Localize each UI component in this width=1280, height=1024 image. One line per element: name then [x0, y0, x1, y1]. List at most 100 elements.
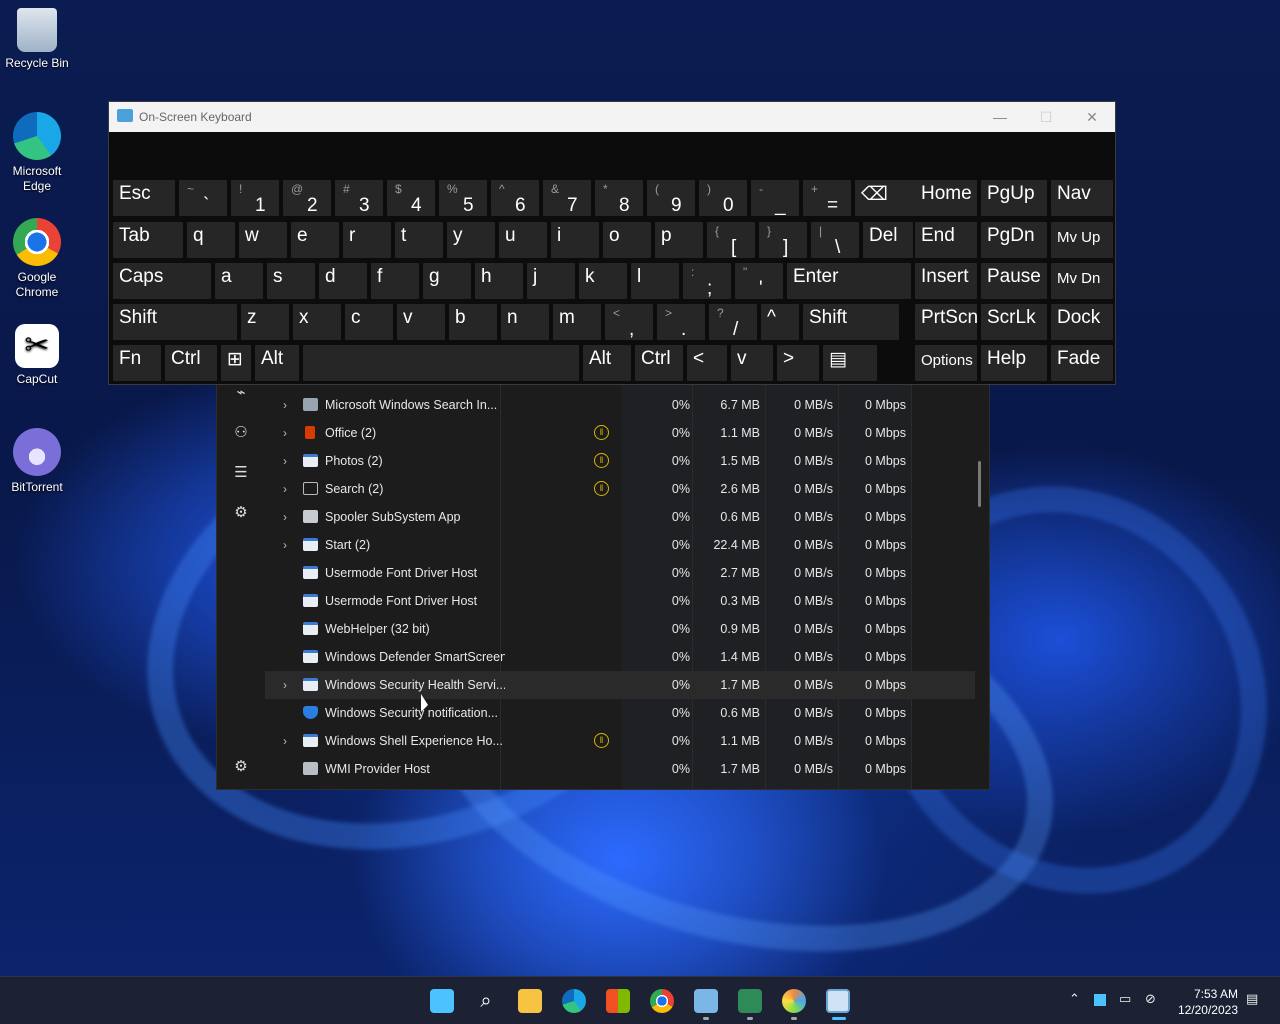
volume-muted-icon[interactable]: ⊘ — [1145, 991, 1156, 1007]
key-bottom-letter-row-5[interactable]: b — [449, 304, 497, 340]
key-bottom-letter-row-2[interactable]: x — [293, 304, 341, 340]
key-top-letter-row-14[interactable]: Del — [863, 222, 913, 258]
key-top-letter-row-6[interactable]: y — [447, 222, 495, 258]
paint-icon[interactable] — [782, 989, 806, 1013]
key-help[interactable]: Help — [981, 345, 1047, 381]
tray-app-icon[interactable] — [1094, 994, 1106, 1006]
key-modifier-row-5[interactable]: Alt — [583, 345, 631, 381]
store-icon[interactable] — [606, 989, 630, 1013]
remote-desktop-icon[interactable] — [694, 989, 718, 1013]
key-top-letter-row-3[interactable]: e — [291, 222, 339, 258]
key-home-row-8[interactable]: k — [579, 263, 627, 299]
chevron-right-icon[interactable]: › — [283, 538, 295, 552]
key-number-row-2[interactable]: ! 1 — [231, 180, 279, 216]
table-row[interactable]: › Office (2) ǁ 0% 1.1 MB 0 MB/s 0 Mbps — [265, 419, 975, 447]
key-number-row-11[interactable]: ) 0 — [699, 180, 747, 216]
key-top-letter-row-0[interactable]: Tab — [113, 222, 183, 258]
table-row[interactable]: › Spooler SubSystem App 0% 0.6 MB 0 MB/s… — [265, 503, 975, 531]
key-top-letter-row-10[interactable]: p — [655, 222, 703, 258]
table-row[interactable]: WebHelper (32 bit) 0% 0.9 MB 0 MB/s 0 Mb… — [265, 615, 975, 643]
desktop-icon-edge[interactable]: Microsoft Edge — [2, 112, 72, 194]
key-top-letter-row-11[interactable]: {[ — [707, 222, 755, 258]
key-top-letter-row-2[interactable]: w — [239, 222, 287, 258]
key-pgdn[interactable]: PgDn — [981, 222, 1047, 258]
key-dock[interactable]: Dock — [1051, 304, 1113, 340]
table-row[interactable]: › Windows Security Health Servi... 0% 1.… — [265, 671, 975, 699]
chevron-up-icon[interactable]: ⌃ — [1069, 991, 1080, 1007]
key-top-letter-row-1[interactable]: q — [187, 222, 235, 258]
key-home-row-9[interactable]: l — [631, 263, 679, 299]
key-bottom-letter-row-4[interactable]: v — [397, 304, 445, 340]
chevron-right-icon[interactable]: › — [283, 426, 295, 440]
scrollbar-thumb[interactable] — [978, 461, 981, 507]
key-pause[interactable]: Pause — [981, 263, 1047, 299]
key-home-row-7[interactable]: j — [527, 263, 575, 299]
key-home-row-0[interactable]: Caps — [113, 263, 211, 299]
key-number-row-5[interactable]: $4 — [387, 180, 435, 216]
key-number-row-12[interactable]: - _ — [751, 180, 799, 216]
key-number-row-7[interactable]: ^ 6 — [491, 180, 539, 216]
key-nav[interactable]: Nav — [1051, 180, 1113, 216]
clock[interactable]: 7:53 AM 12/20/2023 — [1178, 986, 1238, 1018]
chevron-right-icon[interactable]: › — [283, 398, 295, 412]
table-row[interactable]: Windows Security notification... 0% 0.6 … — [265, 699, 975, 727]
key-number-row-9[interactable]: * 8 — [595, 180, 643, 216]
notification-icon[interactable]: ▤ — [1246, 991, 1258, 1007]
edge-icon[interactable] — [562, 989, 586, 1013]
key-modifier-row-8[interactable]: v — [731, 345, 773, 381]
minimize-icon[interactable]: — — [985, 107, 1015, 127]
key-number-row-0[interactable]: Esc — [113, 180, 175, 216]
settings-icon[interactable]: ⚙ — [231, 757, 251, 777]
key-number-row-6[interactable]: % 5 — [439, 180, 487, 216]
chevron-right-icon[interactable]: › — [283, 454, 295, 468]
start-windows-icon[interactable] — [430, 989, 454, 1013]
key-modifier-row-2[interactable]: ⊞ — [221, 345, 251, 381]
key-number-row-10[interactable]: (9 — [647, 180, 695, 216]
key-bottom-letter-row-10[interactable]: ? / — [709, 304, 757, 340]
key-scrlk[interactable]: ScrLk — [981, 304, 1047, 340]
key-bottom-letter-row-6[interactable]: n — [501, 304, 549, 340]
key-top-letter-row-12[interactable]: }] — [759, 222, 807, 258]
services-icon[interactable]: ⚙ — [231, 503, 251, 523]
key-fade[interactable]: Fade — [1051, 345, 1113, 381]
key-mv-dn[interactable]: Mv Dn — [1051, 263, 1113, 299]
key-modifier-row-6[interactable]: Ctrl — [635, 345, 683, 381]
key-home-row-5[interactable]: g — [423, 263, 471, 299]
desktop-icon-recycle-bin[interactable]: Recycle Bin — [2, 8, 72, 71]
key-end[interactable]: End — [915, 222, 977, 258]
key-home-row-1[interactable]: a — [215, 263, 263, 299]
key-home-row-11[interactable]: " ' — [735, 263, 783, 299]
key-number-row-3[interactable]: @2 — [283, 180, 331, 216]
table-row[interactable]: › Start (2) 0% 22.4 MB 0 MB/s 0 Mbps — [265, 531, 975, 559]
table-row[interactable]: Usermode Font Driver Host 0% 0.3 MB 0 MB… — [265, 587, 975, 615]
key-top-letter-row-4[interactable]: r — [343, 222, 391, 258]
table-row[interactable]: Windows Defender SmartScreen 0% 1.4 MB 0… — [265, 643, 975, 671]
key-number-row-8[interactable]: & 7 — [543, 180, 591, 216]
table-row[interactable]: Usermode Font Driver Host 0% 2.7 MB 0 MB… — [265, 559, 975, 587]
key-options[interactable]: Options — [915, 345, 977, 381]
key-bottom-letter-row-1[interactable]: z — [241, 304, 289, 340]
details-list-icon[interactable]: ☰ — [231, 463, 251, 483]
key-bottom-letter-row-12[interactable]: Shift — [803, 304, 899, 340]
performance-icon[interactable]: ⌁ — [231, 385, 251, 403]
key-top-letter-row-8[interactable]: i — [551, 222, 599, 258]
task-manager-icon[interactable] — [826, 989, 850, 1013]
chevron-right-icon[interactable]: › — [283, 678, 295, 692]
table-row[interactable]: WMI Provider Host 0% 1.7 MB 0 MB/s 0 Mbp… — [265, 755, 975, 783]
key-bottom-letter-row-0[interactable]: Shift — [113, 304, 237, 340]
key-pgup[interactable]: PgUp — [981, 180, 1047, 216]
key-number-row-13[interactable]: + = — [803, 180, 851, 216]
key-insert[interactable]: Insert — [915, 263, 977, 299]
key-modifier-row-7[interactable]: < — [687, 345, 727, 381]
key-top-letter-row-5[interactable]: t — [395, 222, 443, 258]
key-bottom-letter-row-3[interactable]: c — [345, 304, 393, 340]
key-modifier-row-1[interactable]: Ctrl — [165, 345, 217, 381]
desktop-icon-bittorrent[interactable]: BitTorrent — [2, 428, 72, 495]
key-modifier-row-4[interactable] — [303, 345, 579, 381]
key-home-row-10[interactable]: :; — [683, 263, 731, 299]
table-row[interactable]: › Windows Shell Experience Ho... ǁ 0% 1.… — [265, 727, 975, 755]
key-home-row-3[interactable]: d — [319, 263, 367, 299]
key-bottom-letter-row-11[interactable]: ^ — [761, 304, 799, 340]
chevron-right-icon[interactable]: › — [283, 734, 295, 748]
table-row[interactable]: › Microsoft Windows Search In... 0% 6.7 … — [265, 391, 975, 419]
